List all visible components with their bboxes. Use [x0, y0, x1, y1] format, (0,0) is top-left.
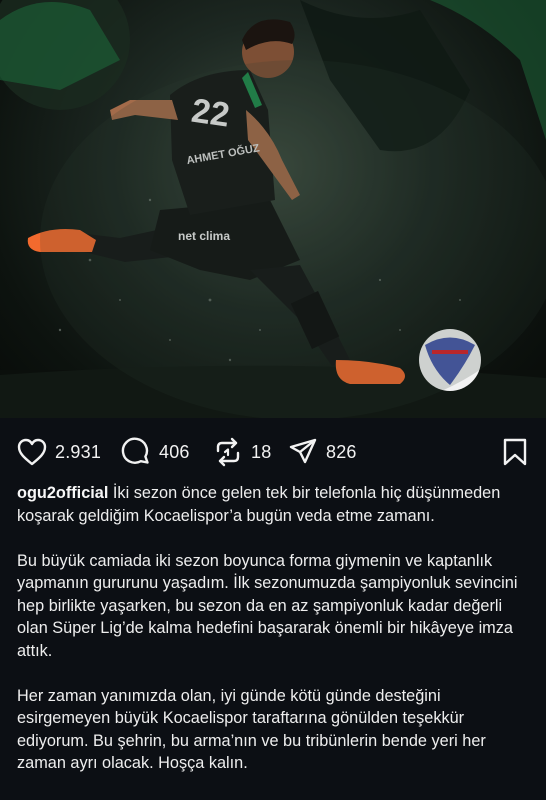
like-button[interactable]: 2.931 — [17, 432, 101, 472]
share-count: 826 — [326, 441, 357, 462]
username-link[interactable]: ogu2official — [17, 484, 108, 502]
comment-icon — [121, 437, 149, 464]
caption-paragraph-2: Bu büyük camiada iki sezon boyunca forma… — [17, 551, 518, 660]
share-icon — [289, 438, 317, 464]
comment-count: 406 — [159, 441, 190, 462]
repost-button[interactable]: 18 — [213, 432, 271, 472]
heart-icon — [17, 438, 47, 466]
bookmark-icon — [503, 438, 527, 466]
post-image[interactable]: net clima 22 AHMET OĞUZ — [0, 0, 546, 418]
repost-count: 18 — [251, 441, 272, 462]
caption-paragraph-3: Her zaman yanımızda olan, iyi günde kötü… — [17, 686, 486, 773]
player-illustration: net clima 22 AHMET OĞUZ — [0, 0, 546, 418]
share-button[interactable]: 826 — [288, 432, 357, 472]
comment-button[interactable]: 406 — [121, 432, 190, 472]
action-bar: 2.931 406 18 826 — [0, 432, 546, 472]
post-caption: ogu2official İki sezon önce gelen tek bi… — [17, 482, 532, 797]
caption-paragraph-1: ogu2official İki sezon önce gelen tek bi… — [17, 482, 532, 527]
like-count: 2.931 — [55, 441, 102, 462]
bookmark-button[interactable] — [502, 432, 528, 472]
repost-icon — [216, 437, 240, 467]
